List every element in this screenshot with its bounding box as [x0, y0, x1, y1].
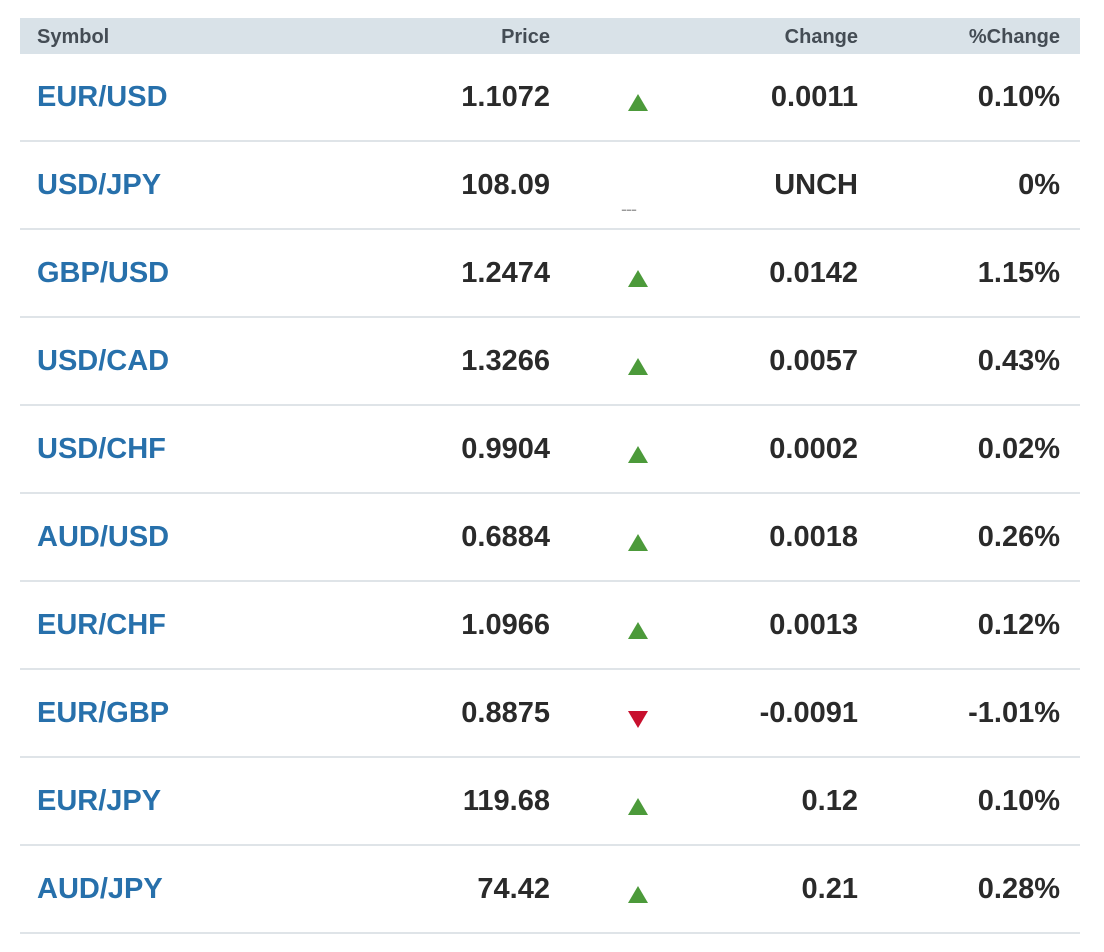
change-cell: 0.0011: [770, 81, 858, 113]
change-cell: 0.12: [801, 785, 858, 817]
up-arrow-icon: [628, 798, 648, 815]
change-cell: UNCH: [774, 169, 858, 201]
table-row: AUD/USD 0.6884 0.0018 0.26%: [20, 494, 1080, 582]
header-symbol[interactable]: Symbol: [37, 18, 109, 54]
price-cell: 108.09: [461, 169, 550, 201]
change-cell: 0.0018: [769, 521, 858, 553]
symbol-link[interactable]: USD/CAD: [37, 345, 169, 377]
table-row: EUR/JPY 119.68 0.12 0.10%: [20, 758, 1080, 846]
up-arrow-icon: [628, 622, 648, 639]
change-cell: -0.0091: [759, 697, 858, 729]
percent-change-cell: 0.12%: [977, 609, 1060, 641]
table-row: USD/JPY 108.09 --- UNCH 0%: [20, 142, 1080, 230]
table-row: EUR/USD 1.1072 0.0011 0.10%: [20, 54, 1080, 142]
symbol-link[interactable]: EUR/JPY: [37, 785, 161, 817]
price-cell: 74.42: [477, 873, 550, 905]
up-arrow-icon: [628, 358, 648, 375]
up-arrow-icon: [628, 886, 648, 903]
header-change[interactable]: Change: [785, 18, 858, 54]
price-cell: 1.1072: [461, 81, 550, 113]
symbol-link[interactable]: GBP/USD: [37, 257, 169, 289]
direction-indicator: [628, 670, 650, 756]
table-row: EUR/CHF 1.0966 0.0013 0.12%: [20, 582, 1080, 670]
direction-indicator: [628, 494, 650, 580]
percent-change-cell: 0.43%: [977, 345, 1060, 377]
change-cell: 0.0057: [769, 345, 858, 377]
header-percent-change[interactable]: %Change: [969, 18, 1060, 54]
percent-change-cell: 0.26%: [977, 521, 1060, 553]
up-arrow-icon: [628, 534, 648, 551]
direction-indicator: [628, 230, 650, 316]
header-price[interactable]: Price: [501, 18, 550, 54]
table-row: GBP/USD 1.2474 0.0142 1.15%: [20, 230, 1080, 318]
symbol-link[interactable]: AUD/USD: [37, 521, 169, 553]
direction-indicator: ---: [621, 142, 650, 228]
price-cell: 0.9904: [461, 433, 550, 465]
symbol-link[interactable]: USD/JPY: [37, 169, 161, 201]
table-header: Symbol Price Change %Change: [20, 18, 1080, 54]
direction-indicator: [628, 846, 650, 932]
currency-quotes-table: Symbol Price Change %Change EUR/USD 1.10…: [20, 18, 1080, 934]
table-row: AUD/JPY 74.42 0.21 0.28%: [20, 846, 1080, 934]
percent-change-cell: 0.28%: [977, 873, 1060, 905]
table-row: USD/CAD 1.3266 0.0057 0.43%: [20, 318, 1080, 406]
table-row: USD/CHF 0.9904 0.0002 0.02%: [20, 406, 1080, 494]
up-arrow-icon: [628, 446, 648, 463]
direction-indicator: [628, 582, 650, 668]
unchanged-dash-icon: ---: [621, 199, 637, 219]
up-arrow-icon: [628, 270, 648, 287]
price-cell: 1.3266: [461, 345, 550, 377]
direction-indicator: [628, 758, 650, 844]
percent-change-cell: -1.01%: [968, 697, 1060, 729]
change-cell: 0.0142: [769, 257, 858, 289]
percent-change-cell: 0.10%: [977, 81, 1060, 113]
direction-indicator: [628, 406, 650, 492]
symbol-link[interactable]: EUR/USD: [37, 81, 168, 113]
direction-indicator: [628, 54, 650, 140]
price-cell: 1.0966: [461, 609, 550, 641]
symbol-link[interactable]: AUD/JPY: [37, 873, 163, 905]
price-cell: 0.6884: [461, 521, 550, 553]
percent-change-cell: 0%: [1018, 169, 1060, 201]
change-cell: 0.21: [801, 873, 858, 905]
down-arrow-icon: [628, 711, 648, 728]
percent-change-cell: 0.02%: [977, 433, 1060, 465]
change-cell: 0.0002: [769, 433, 858, 465]
up-arrow-icon: [628, 94, 648, 111]
symbol-link[interactable]: EUR/GBP: [37, 697, 169, 729]
symbol-link[interactable]: EUR/CHF: [37, 609, 166, 641]
price-cell: 119.68: [462, 785, 550, 817]
price-cell: 0.8875: [461, 697, 550, 729]
symbol-link[interactable]: USD/CHF: [37, 433, 166, 465]
price-cell: 1.2474: [461, 257, 550, 289]
table-row: EUR/GBP 0.8875 -0.0091 -1.01%: [20, 670, 1080, 758]
percent-change-cell: 1.15%: [977, 257, 1060, 289]
percent-change-cell: 0.10%: [977, 785, 1060, 817]
change-cell: 0.0013: [769, 609, 858, 641]
direction-indicator: [628, 318, 650, 404]
